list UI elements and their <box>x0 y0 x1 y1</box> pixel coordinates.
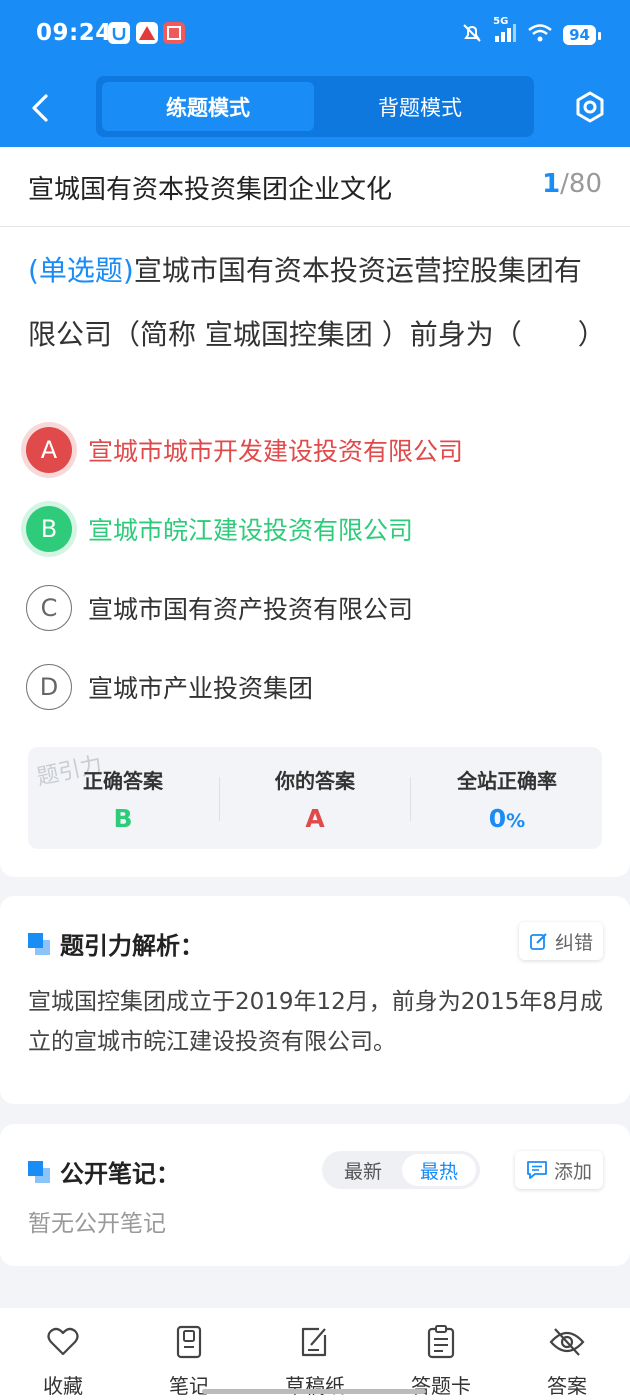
notes-title: 公开笔记： <box>60 1160 180 1188</box>
report-error-label: 纠错 <box>554 931 593 954</box>
question-card: 宣城国有资本投资集团企业文化 1/80 (单选题)宣城市国有资本投资运营控股集团… <box>0 147 630 877</box>
question-type: (单选题) <box>28 254 134 287</box>
gear-icon <box>576 91 604 123</box>
app-header: 09:24 5G 94 练题模式 背题模式 <box>0 0 630 147</box>
chevron-left-icon <box>32 94 48 122</box>
your-answer-label: 你的答案 <box>275 769 355 793</box>
home-indicator[interactable] <box>202 1389 426 1394</box>
accuracy-unit: % <box>506 810 526 832</box>
sort-latest[interactable]: 最新 <box>326 1154 400 1186</box>
notes-header: 公开笔记： <box>28 1154 180 1189</box>
empty-notes-text: 暂无公开笔记 <box>28 1211 166 1237</box>
option-text: 宣城市皖江建设投资有限公司 <box>88 516 414 545</box>
draft-paper-button[interactable]: 草稿纸 <box>265 1322 365 1399</box>
section-squares-icon <box>28 932 50 955</box>
wifi-icon <box>527 22 553 48</box>
signal-icon: 5G <box>493 16 517 48</box>
battery-indicator: 94 <box>563 25 601 45</box>
progress-current: 1 <box>542 169 561 199</box>
status-bar: 09:24 5G 94 <box>0 0 630 70</box>
tab-recite-mode[interactable]: 背题模式 <box>314 82 526 131</box>
answer-card-label: 答题卡 <box>411 1374 471 1398</box>
favorite-button[interactable]: 收藏 <box>13 1322 113 1399</box>
notes-card: 公开笔记： 最新 最热 添加 暂无公开笔记 <box>0 1124 630 1266</box>
tab-practice-mode[interactable]: 练题模式 <box>102 82 314 131</box>
site-accuracy: 全站正确率 0% <box>412 765 602 833</box>
add-note-button[interactable]: 添加 <box>515 1151 603 1189</box>
answer-card-icon <box>391 1322 491 1362</box>
answer-card-button[interactable]: 答题卡 <box>391 1322 491 1399</box>
red-app-icon <box>163 22 185 44</box>
notebook-icon <box>139 1322 239 1362</box>
sort-hottest[interactable]: 最热 <box>402 1154 476 1186</box>
your-answer: 你的答案 A <box>220 765 410 833</box>
option-b[interactable]: B 宣城市皖江建设投资有限公司 <box>26 503 606 555</box>
analysis-text: 宣城国控集团成立于2019年12月，前身为2015年8月成立的宣城市皖江建设投资… <box>28 989 603 1055</box>
answer-toggle-button[interactable]: 答案 <box>517 1322 617 1399</box>
notes-button[interactable]: 笔记 <box>139 1322 239 1399</box>
divider <box>410 777 411 821</box>
mute-icon <box>461 22 483 48</box>
notes-label: 笔记 <box>169 1374 209 1398</box>
progress-total: /80 <box>560 169 602 199</box>
status-indicators: 5G 94 <box>461 16 601 50</box>
option-text: 宣城市国有资产投资有限公司 <box>88 595 414 624</box>
analysis-card: 题引力解析： 纠错 宣城国控集团成立于2019年12月，前身为2015年8月成立… <box>0 896 630 1104</box>
notes-sort-toggle: 最新 最热 <box>322 1151 480 1189</box>
option-text: 宣城市城市开发建设投资有限公司 <box>88 437 464 466</box>
option-letter: C <box>26 585 72 631</box>
answer-summary: 题引力 正确答案 B 你的答案 A 全站正确率 0% <box>28 747 602 849</box>
option-letter: A <box>26 427 72 473</box>
mode-switch: 练题模式 背题模式 <box>96 76 534 137</box>
option-a[interactable]: A 宣城市城市开发建设投资有限公司 <box>26 424 606 476</box>
option-c[interactable]: C 宣城市国有资产投资有限公司 <box>26 582 606 634</box>
report-error-button[interactable]: 纠错 <box>519 922 603 960</box>
correct-answer: 正确答案 B <box>28 765 218 833</box>
draft-icon <box>265 1322 365 1362</box>
draft-paper-label: 草稿纸 <box>285 1374 345 1398</box>
correct-answer-label: 正确答案 <box>83 769 163 793</box>
status-time: 09:24 <box>36 20 112 46</box>
eye-off-icon <box>517 1322 617 1362</box>
question-progress: 1/80 <box>542 169 602 199</box>
option-text: 宣城市产业投资集团 <box>88 674 314 703</box>
settings-button[interactable] <box>573 90 607 124</box>
heart-icon <box>13 1322 113 1362</box>
analysis-title: 题引力解析： <box>60 932 204 960</box>
your-answer-value: A <box>305 804 325 833</box>
paper-title: 宣城国有资本投资集团企业文化 <box>28 175 393 205</box>
favorite-label: 收藏 <box>43 1374 83 1398</box>
network-label: 5G <box>493 16 509 27</box>
correct-answer-value: B <box>113 804 133 833</box>
analysis-header: 题引力解析： <box>28 926 204 961</box>
section-squares-icon <box>28 1160 50 1183</box>
question-stem: (单选题)宣城市国有资本投资运营控股集团有限公司（简称 宣城国控集团 ）前身为（… <box>28 239 608 367</box>
shield-app-icon <box>108 22 130 44</box>
back-button[interactable] <box>26 88 58 128</box>
site-accuracy-label: 全站正确率 <box>457 769 557 793</box>
add-note-label: 添加 <box>553 1160 592 1183</box>
bank-app-icon <box>136 22 158 44</box>
site-accuracy-value: 0% <box>412 804 602 833</box>
option-d[interactable]: D 宣城市产业投资集团 <box>26 661 606 713</box>
bottom-toolbar: 收藏 笔记 草稿纸 答题卡 答案 <box>0 1308 630 1400</box>
accuracy-number: 0 <box>488 804 507 833</box>
answer-toggle-label: 答案 <box>547 1374 587 1398</box>
paper-title-row: 宣城国有资本投资集团企业文化 1/80 <box>0 147 630 227</box>
comment-icon <box>527 1161 547 1179</box>
option-letter: B <box>26 506 72 552</box>
edit-icon <box>530 933 547 950</box>
option-letter: D <box>26 664 72 710</box>
